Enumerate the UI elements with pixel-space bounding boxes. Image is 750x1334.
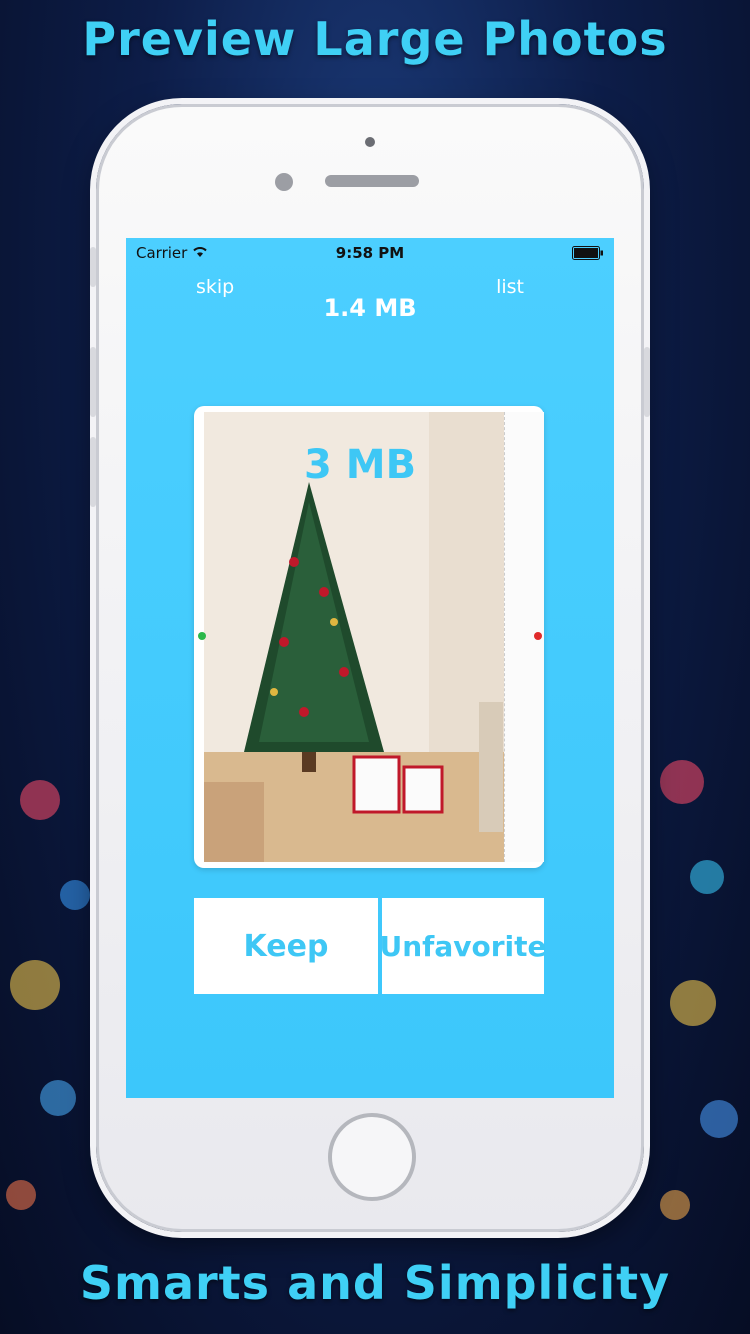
mute-switch [90,247,96,287]
front-camera [365,137,375,147]
keep-button[interactable]: Keep [194,898,378,994]
photo-card[interactable]: 3 MB [194,406,544,868]
left-indicator-dot [198,632,206,640]
app-screen: Carrier 9:58 PM skip list 1.4 MB 3 MB Ke… [126,238,614,1098]
right-indicator-dot [534,632,542,640]
battery-icon [572,246,603,260]
volume-up-button [90,347,96,417]
power-button [644,347,650,417]
home-button[interactable] [328,1113,416,1201]
unfavorite-button[interactable]: Unfavorite [380,898,547,994]
promo-title-bottom: Smarts and Simplicity [79,1256,671,1310]
file-size-title: 1.4 MB [323,294,417,322]
promo-title-top: Preview Large Photos [82,12,668,66]
status-bar: Carrier 9:58 PM [126,238,614,268]
earpiece-speaker [325,175,419,187]
proximity-sensor [275,173,293,191]
photo-size-overlay: 3 MB [304,442,417,488]
volume-down-button [90,437,96,507]
status-time: 9:58 PM [335,244,405,262]
